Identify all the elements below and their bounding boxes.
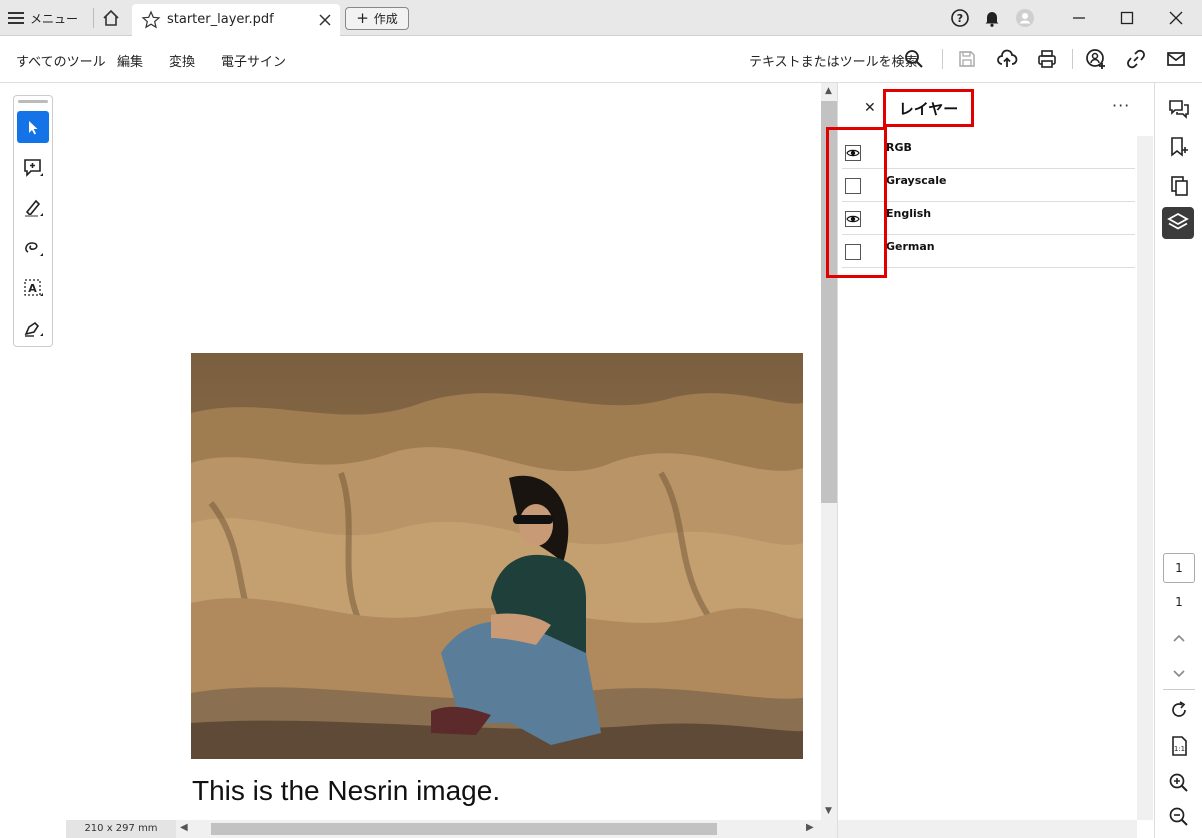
svg-text:?: ?	[957, 12, 963, 25]
zoom-out-icon[interactable]	[1167, 805, 1191, 829]
page-size: 210 x 297 mm	[66, 820, 176, 838]
maximize-icon[interactable]	[1116, 7, 1138, 29]
fit-page-icon[interactable]: 1:1	[1167, 734, 1191, 758]
select-tool[interactable]	[17, 111, 49, 143]
panel-horizontal-scrollbar[interactable]	[838, 820, 1137, 838]
divider	[93, 8, 94, 28]
pages-icon[interactable]	[1167, 174, 1191, 198]
document-tab[interactable]: starter_layer.pdf	[132, 4, 340, 36]
menu-all-tools[interactable]: すべてのツール	[16, 51, 106, 70]
add-comment-icon	[24, 159, 43, 177]
rotate-icon[interactable]	[1167, 698, 1191, 722]
freehand-icon	[25, 242, 43, 256]
cloud-upload-icon[interactable]	[996, 48, 1018, 70]
scroll-right-arrow[interactable]: ▶	[806, 822, 814, 833]
divider	[1072, 49, 1073, 69]
hamburger-icon	[8, 12, 24, 24]
link-icon[interactable]	[1125, 48, 1147, 70]
menu-edit[interactable]: 編集	[117, 51, 143, 70]
nesrin-photo	[191, 353, 803, 759]
bookmarks-icon[interactable]	[1167, 135, 1191, 159]
svg-text:A: A	[28, 282, 37, 295]
panel-vertical-scrollbar[interactable]	[1137, 136, 1153, 820]
pen-sign-icon	[24, 321, 43, 337]
help-icon[interactable]: ?	[950, 8, 970, 28]
scroll-left-arrow[interactable]: ◀	[180, 822, 188, 833]
home-icon[interactable]	[100, 7, 122, 29]
quick-tools: A	[13, 95, 53, 347]
print-icon[interactable]	[1036, 48, 1058, 70]
highlight-tool[interactable]	[17, 192, 49, 224]
svg-text:1:1: 1:1	[1174, 745, 1185, 753]
minimize-icon[interactable]	[1068, 7, 1090, 29]
close-tab-icon[interactable]	[318, 13, 332, 27]
tools-rail: A	[0, 83, 66, 838]
tab-title: starter_layer.pdf	[167, 12, 274, 27]
search-tools-label[interactable]: テキストまたはツールを検索	[749, 51, 918, 70]
create-button[interactable]: + 作成	[345, 7, 409, 30]
star-icon[interactable]	[141, 10, 161, 30]
menu-label: メニュー	[30, 11, 79, 26]
text-tool[interactable]: A	[17, 272, 49, 304]
scroll-down-arrow[interactable]: ▼	[825, 806, 832, 816]
scroll-up-arrow[interactable]: ▲	[825, 86, 832, 96]
title-bar: メニュー starter_layer.pdf + 作成 ?	[0, 0, 1202, 36]
layer-name: English	[886, 207, 932, 220]
image-caption: This is the Nesrin image.	[192, 775, 501, 806]
search-icon[interactable]	[903, 48, 925, 70]
save-icon[interactable]	[956, 48, 978, 70]
document-viewer[interactable]: This is the Nesrin image.	[66, 83, 821, 820]
comment-tool[interactable]	[17, 152, 49, 184]
sign-tool[interactable]	[17, 312, 49, 344]
main-toolbar: すべてのツール 編集 変換 電子サイン テキストまたはツールを検索	[0, 36, 1202, 83]
layer-name: Grayscale	[886, 174, 947, 187]
draw-tool[interactable]	[17, 232, 49, 264]
menu-convert[interactable]: 変換	[169, 51, 195, 70]
layer-name: German	[886, 240, 935, 253]
current-page-input[interactable]: 1	[1163, 553, 1195, 583]
divider	[1163, 689, 1195, 690]
layers-button[interactable]	[1162, 207, 1194, 239]
visibility-column-highlight	[826, 127, 887, 278]
total-pages: 1	[1175, 595, 1183, 609]
cursor-icon	[29, 121, 38, 135]
right-rail: 1 1 1:1	[1154, 83, 1202, 838]
divider	[942, 49, 943, 69]
layers-icon	[1167, 212, 1189, 230]
layers-panel: ✕ レイヤー ··· RGB Grayscale English German	[826, 83, 1154, 838]
highlighter-icon	[25, 199, 43, 217]
status-bar: 210 x 297 mm ◀ ▶	[66, 820, 837, 838]
drag-handle[interactable]	[18, 100, 48, 103]
share-user-icon[interactable]	[1085, 48, 1107, 70]
layer-list: RGB Grayscale English German	[826, 83, 1137, 820]
menu-button[interactable]: メニュー	[8, 6, 78, 30]
text-box-icon: A	[24, 279, 43, 296]
create-label: 作成	[373, 12, 398, 26]
chevron-up-icon[interactable]	[1167, 627, 1191, 651]
mail-icon[interactable]	[1165, 48, 1187, 70]
menu-e-sign[interactable]: 電子サイン	[221, 51, 286, 70]
chevron-down-icon[interactable]	[1167, 661, 1191, 685]
close-window-icon[interactable]	[1165, 7, 1187, 29]
zoom-in-icon[interactable]	[1167, 771, 1191, 795]
avatar-icon[interactable]	[1015, 8, 1035, 28]
bell-icon[interactable]	[982, 8, 1002, 28]
plus-icon: +	[356, 9, 369, 27]
horizontal-scrollbar-thumb[interactable]	[211, 823, 717, 835]
comments-icon[interactable]	[1167, 97, 1191, 121]
layer-name: RGB	[886, 141, 912, 154]
